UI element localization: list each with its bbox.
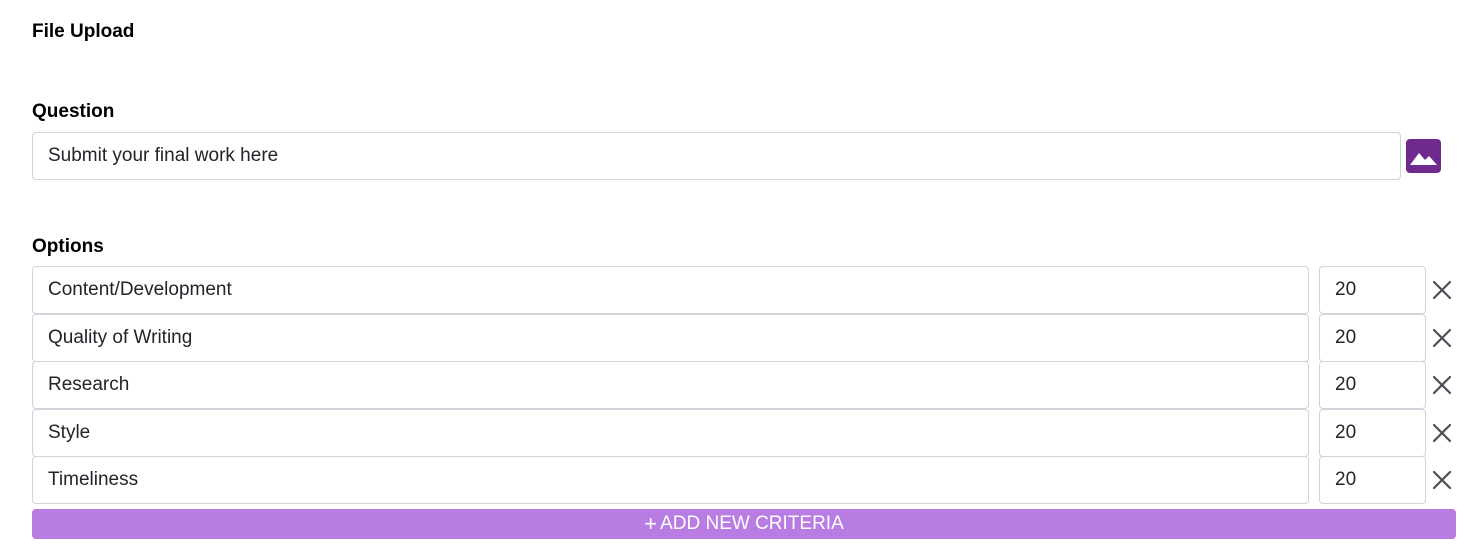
options-label: Options <box>32 236 104 257</box>
option-points-input[interactable] <box>1319 313 1426 362</box>
option-row <box>32 313 1456 362</box>
option-points-input[interactable] <box>1319 266 1426 314</box>
close-icon <box>1433 471 1451 489</box>
add-criteria-label: ADD NEW CRITERIA <box>660 513 844 534</box>
page-title: File Upload <box>32 21 135 42</box>
option-row <box>32 266 1456 314</box>
option-points-input[interactable] <box>1319 361 1426 409</box>
image-icon <box>1410 153 1437 165</box>
option-row <box>32 456 1456 504</box>
option-label-input[interactable] <box>32 408 1309 457</box>
option-label-input[interactable] <box>32 361 1309 409</box>
remove-option-button[interactable] <box>1430 421 1454 445</box>
close-icon <box>1433 423 1451 442</box>
option-points-input[interactable] <box>1319 408 1426 457</box>
remove-option-button[interactable] <box>1430 278 1454 302</box>
question-row <box>32 132 1456 180</box>
remove-option-button[interactable] <box>1430 373 1454 397</box>
options-list <box>32 266 1456 504</box>
close-icon <box>1433 328 1451 347</box>
close-icon <box>1433 281 1451 299</box>
remove-option-button[interactable] <box>1430 326 1454 350</box>
question-label: Question <box>32 101 115 122</box>
option-label-input[interactable] <box>32 456 1309 504</box>
remove-option-button[interactable] <box>1430 468 1454 492</box>
option-label-input[interactable] <box>32 313 1309 362</box>
option-row <box>32 408 1456 457</box>
close-icon <box>1433 376 1451 394</box>
question-input[interactable] <box>32 132 1401 180</box>
option-label-input[interactable] <box>32 266 1309 314</box>
option-points-input[interactable] <box>1319 456 1426 504</box>
add-criteria-button[interactable]: + ADD NEW CRITERIA <box>32 509 1456 539</box>
option-row <box>32 361 1456 409</box>
add-image-button[interactable] <box>1406 139 1441 173</box>
plus-icon: + <box>644 511 658 536</box>
